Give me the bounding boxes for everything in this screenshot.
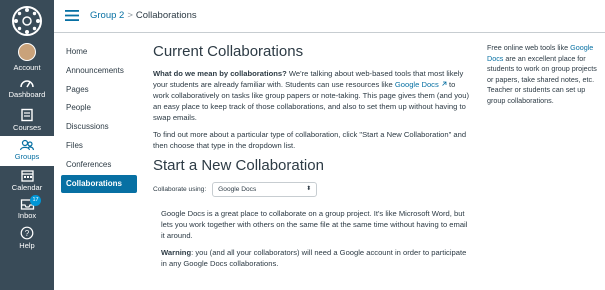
find-out-paragraph: To find out more about a particular type… [153,130,467,150]
warning-paragraph: Warning: you (and all your collaborators… [161,247,470,269]
canvas-logo-icon[interactable] [9,3,45,39]
nav-account[interactable]: Account [0,43,54,72]
course-nav-conferences[interactable]: Conferences [61,156,137,174]
course-nav-pages[interactable]: Pages [61,81,137,99]
nav-inbox-label: Inbox [17,211,37,220]
breadcrumb: Group 2 > Collaborations [90,10,197,21]
nav-dashboard-label: Dashboard [8,90,46,99]
page-header: Group 2 > Collaborations [54,0,605,33]
nav-groups-label: Groups [14,152,40,161]
calendar-icon [20,170,34,182]
course-nav-people[interactable]: People [61,99,137,117]
collaboration-type-value: Google Docs [218,186,257,193]
nav-account-label: Account [13,63,41,72]
google-docs-link-label: Google Docs [394,80,439,89]
warning-text: : you (and all your collaborators) will … [161,248,467,268]
collaborate-using-label: Collaborate using: [153,186,207,193]
nav-calendar[interactable]: Calendar [0,169,54,192]
nav-courses[interactable]: Courses [0,108,54,132]
dashboard-icon [20,80,34,88]
nav-courses-label: Courses [13,123,41,132]
page-title: Current Collaborations [153,43,304,60]
collaborate-using-row: Collaborate using: Google Docs ⬍ [153,182,470,197]
right-sidebar-info: Free online web tools like Google Docs a… [487,43,603,106]
course-nav-home[interactable]: Home [61,43,137,61]
nav-groups[interactable]: Groups [0,136,54,166]
nav-help[interactable]: ? Help [0,226,54,250]
select-arrows-icon: ⬍ [306,186,312,192]
global-nav: Account Dashboard Courses Groups Calenda… [0,0,54,290]
course-nav-files[interactable]: Files [61,137,137,155]
hamburger-menu-icon[interactable] [65,10,79,21]
course-nav-collaborations[interactable]: Collaborations [61,174,137,193]
aside-text-pre: Free online web tools like [487,43,571,52]
course-nav-announcements[interactable]: Announcements [61,62,137,80]
google-docs-link[interactable]: Google Docs [395,80,447,89]
start-collaboration-heading: Start a New Collaboration [153,157,324,174]
course-nav-discussions[interactable]: Discussions [61,118,137,136]
intro-paragraph: What do we mean by collaborations? We're… [153,68,470,123]
nav-dashboard[interactable]: Dashboard [0,77,54,99]
groups-icon [19,139,35,151]
course-nav: Home Announcements Pages People Discussi… [61,43,137,193]
inbox-count-badge: 17 [30,195,41,206]
google-docs-description: Google Docs is a great place to collabor… [161,209,468,240]
nav-inbox[interactable]: 17 Inbox [0,195,54,220]
courses-icon [21,108,33,122]
svg-text:?: ? [25,229,30,238]
main-content: Current Collaborations What do we mean b… [153,43,470,275]
collaboration-type-select[interactable]: Google Docs ⬍ [212,182,318,197]
warning-label: Warning [161,248,192,257]
help-icon: ? [20,226,34,240]
nav-calendar-label: Calendar [11,183,43,192]
nav-help-label: Help [19,241,35,250]
avatar [18,43,36,61]
aside-text-post: are an excellent place for students to w… [487,53,597,105]
breadcrumb-separator: > [127,10,133,21]
intro-question: What do we mean by collaborations? [153,69,287,78]
breadcrumb-current: Collaborations [135,10,197,21]
breadcrumb-group-link[interactable]: Group 2 [90,10,124,21]
